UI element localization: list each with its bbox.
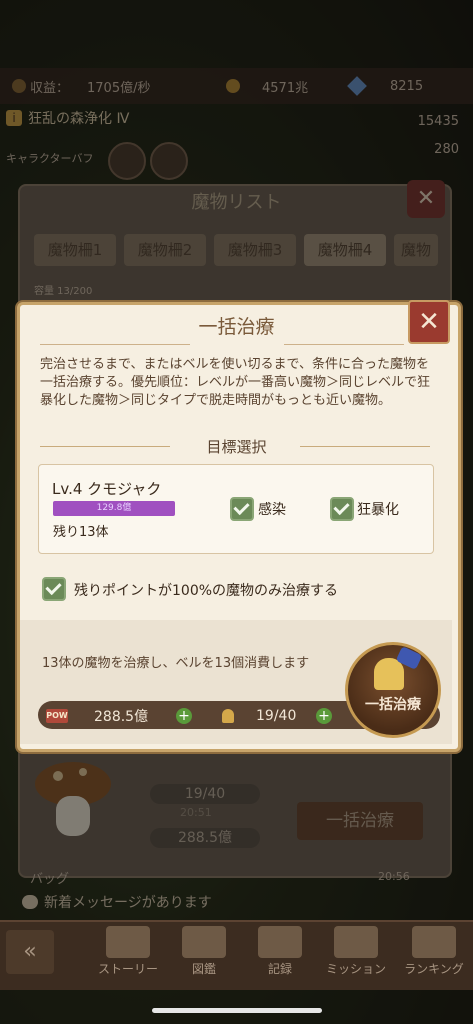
nav-ranking-label: ランキング <box>404 962 464 976</box>
dialog-description: 完治させるまで、またはベルを使い切るまで、条件に合った魔物を一括治療する。優先順… <box>40 357 431 408</box>
scroll-icon <box>258 926 302 958</box>
nav-story[interactable]: ストーリー <box>96 926 160 982</box>
consume-summary: 13体の魔物を治療し、ベルを13個消費します <box>42 656 310 671</box>
close-button[interactable]: ✕ <box>408 300 450 344</box>
nav-mission[interactable]: ミッション <box>324 926 388 982</box>
book-icon <box>106 926 150 958</box>
trophy-icon <box>412 926 456 958</box>
map-icon <box>334 926 378 958</box>
frenzy-checkbox[interactable] <box>330 497 354 521</box>
monster-hp-bar: 129.8億 <box>53 501 175 516</box>
bulk-heal-button[interactable] <box>345 642 441 738</box>
title-divider-left <box>40 344 190 345</box>
monster-level-name: Lv.4 クモジャク <box>52 480 162 498</box>
nav-mission-label: ミッション <box>325 962 386 976</box>
nav-record[interactable]: 記録 <box>248 926 312 982</box>
infection-checkbox[interactable] <box>230 497 254 521</box>
open-book-icon <box>182 926 226 958</box>
pow-icon: POW <box>46 709 68 723</box>
full-points-only-checkbox[interactable] <box>42 577 66 601</box>
bulk-heal-button-label: 一括治療 <box>365 697 421 713</box>
add-pow-button[interactable]: + <box>176 708 192 724</box>
dialog-title: 一括治療 <box>198 316 275 338</box>
home-indicator[interactable] <box>152 1008 322 1013</box>
title-divider-right <box>284 344 404 345</box>
nav-story-label: ストーリー <box>97 962 158 976</box>
full-points-only-label: 残りポイントが100%の魔物のみ治療する <box>74 583 339 599</box>
bell-count: 19/40 <box>256 708 297 724</box>
pow-resource: POW 288.5億 + <box>46 706 192 726</box>
nav-ranking[interactable]: ランキング <box>402 926 466 982</box>
nav-record-label: 記録 <box>267 962 292 976</box>
bell-icon <box>222 709 234 723</box>
nav-encyclopedia-label: 図鑑 <box>191 962 216 976</box>
add-bell-button[interactable]: + <box>316 708 332 724</box>
infection-label: 感染 <box>258 502 286 518</box>
nav-encyclopedia[interactable]: 図鑑 <box>172 926 236 982</box>
bell-resource: 19/40 + <box>222 706 332 726</box>
frenzy-label: 狂暴化 <box>357 502 399 518</box>
target-section-title: 目標選択 <box>206 438 267 456</box>
pow-value: 288.5億 <box>94 709 149 725</box>
monster-remaining: 残り13体 <box>53 525 109 540</box>
collapse-arrow-icon[interactable]: « <box>6 930 54 974</box>
